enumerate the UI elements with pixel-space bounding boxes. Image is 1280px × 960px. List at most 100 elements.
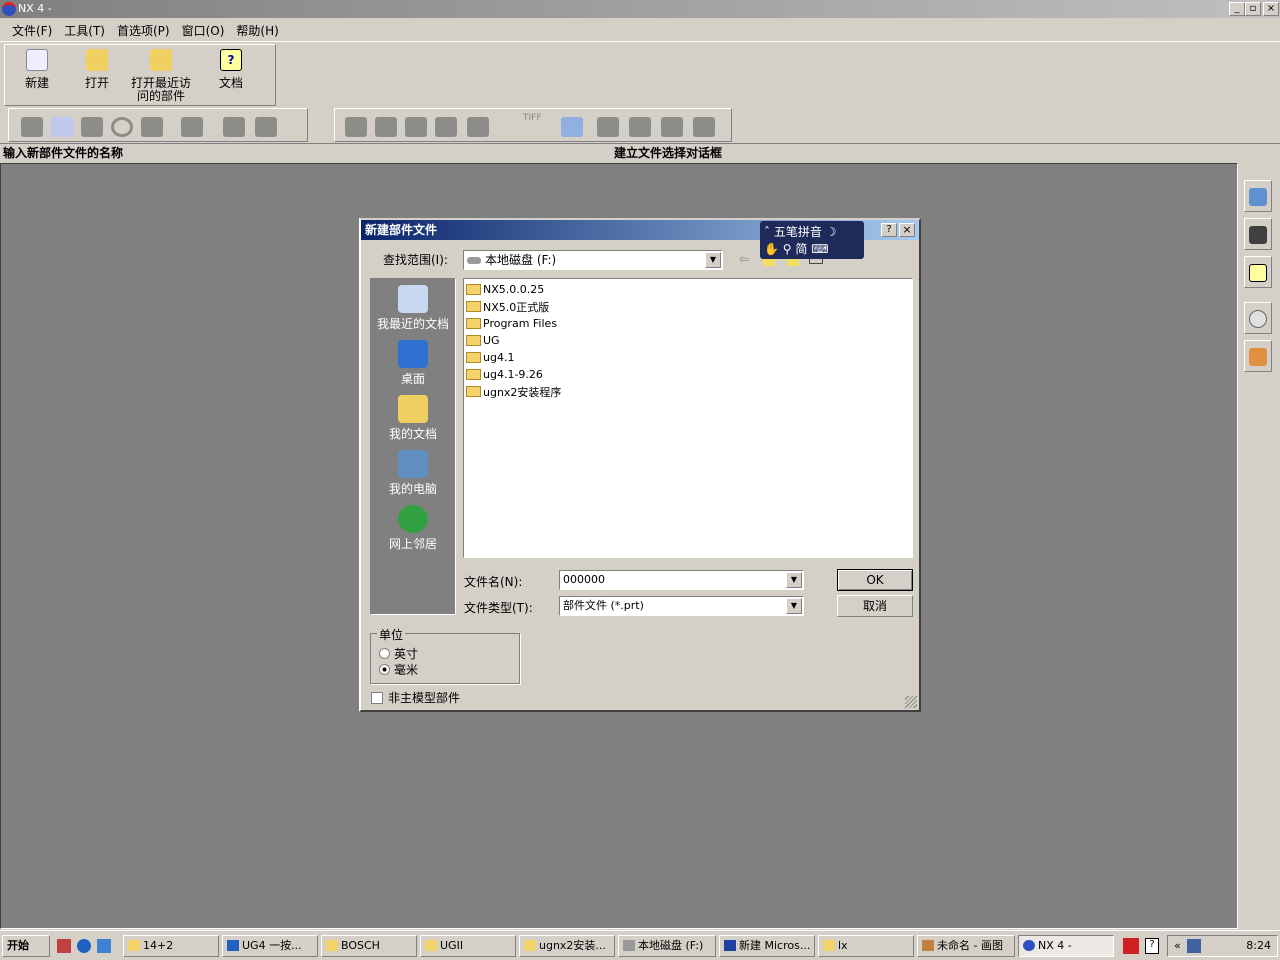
new-part-dialog: 新建部件文件 ? × 查找范围(I): 本地磁盘 (F:) ▼ ⇦ 我最近的文档…: [359, 218, 921, 712]
folder-item[interactable]: NX5.0.0.25: [466, 281, 910, 298]
part-icon[interactable]: [693, 117, 715, 137]
dialog-close-button[interactable]: ×: [899, 223, 915, 237]
menu-tools[interactable]: 工具(T): [64, 22, 105, 39]
word-icon: [724, 940, 736, 951]
visual-effects-icon[interactable]: [467, 117, 489, 137]
non-master-checkbox[interactable]: 非主模型部件: [371, 689, 460, 706]
menu-preferences[interactable]: 首选项(P): [117, 22, 170, 39]
task-button-active[interactable]: NX 4 -: [1018, 934, 1114, 957]
dialog-help-button[interactable]: ?: [881, 223, 897, 237]
menu-bar: 文件(F) 工具(T) 首选项(P) 窗口(O) 帮助(H): [0, 20, 1280, 42]
assembly-constraint-icon[interactable]: [629, 117, 651, 137]
zoom-window-icon[interactable]: [51, 117, 73, 137]
keyboard-icon[interactable]: ⌨: [811, 242, 828, 256]
menu-help[interactable]: 帮助(H): [236, 22, 278, 39]
task-button[interactable]: UG4 一按...: [222, 934, 318, 957]
zoom-icon[interactable]: [81, 117, 103, 137]
fit-icon[interactable]: [21, 117, 43, 137]
unit-inch-radio[interactable]: 英寸: [379, 645, 418, 662]
materials-icon[interactable]: [375, 117, 397, 137]
task-button[interactable]: 本地磁盘 (F:): [618, 934, 716, 957]
back-icon[interactable]: ⇦: [739, 252, 749, 266]
outlook-icon[interactable]: [97, 938, 111, 953]
folder-item[interactable]: ug4.1: [466, 349, 910, 366]
maximize-button[interactable]: ▫: [1245, 2, 1261, 16]
ime-name[interactable]: 五笔拼音: [774, 225, 822, 239]
hand-icon[interactable]: ✋: [764, 242, 779, 256]
help-tray-icon[interactable]: ?: [1145, 937, 1159, 954]
units-group: 单位 英寸 毫米: [370, 626, 520, 684]
start-button[interactable]: 开始: [2, 934, 50, 957]
lookin-dropdown[interactable]: 本地磁盘 (F:) ▼: [463, 250, 723, 270]
resource-bar: [1244, 180, 1274, 378]
ok-button[interactable]: OK: [837, 569, 913, 591]
camera-icon[interactable]: [561, 117, 583, 137]
chevron-down-icon[interactable]: ▼: [786, 572, 802, 588]
task-button[interactable]: UGII: [420, 934, 516, 957]
filename-input[interactable]: 000000 ▼: [559, 570, 804, 590]
pan-icon[interactable]: [141, 117, 163, 137]
unit-mm-radio[interactable]: 毫米: [379, 661, 418, 678]
task-button[interactable]: 新建 Micros...: [719, 934, 815, 957]
lightbulb-icon[interactable]: [345, 117, 367, 137]
resize-grip-icon[interactable]: [905, 696, 917, 708]
task-button[interactable]: 未命名 - 画图: [917, 934, 1015, 957]
tiff-icon[interactable]: TIFF: [523, 113, 542, 123]
open-button[interactable]: 打开: [77, 49, 117, 90]
task-button[interactable]: lx: [818, 934, 914, 957]
ime-expand-icon[interactable]: ˆ: [764, 225, 770, 239]
folder-item[interactable]: UG: [466, 332, 910, 349]
standard-toolbar: 新建 打开 打开最近访问的部件 ? 文档: [4, 44, 276, 106]
minimize-button[interactable]: _: [1229, 2, 1245, 16]
components-icon[interactable]: [661, 117, 683, 137]
menu-window[interactable]: 窗口(O): [182, 22, 225, 39]
training-tab[interactable]: [1244, 218, 1272, 250]
rotate-icon[interactable]: [111, 117, 133, 137]
file-list[interactable]: NX5.0.0.25 NX5.0正式版 Program Files UG ug4…: [463, 278, 913, 558]
place-my-computer[interactable]: 我的电脑: [371, 450, 455, 501]
task-button[interactable]: 14+2: [123, 934, 219, 957]
task-button[interactable]: ugnx2安装...: [519, 934, 615, 957]
open-recent-button[interactable]: 打开最近访问的部件: [129, 49, 193, 103]
search-icon[interactable]: ⚲: [783, 242, 792, 256]
chevron-down-icon[interactable]: ▼: [786, 598, 802, 614]
ime-tray-icon[interactable]: [1123, 937, 1139, 954]
units-label: 单位: [377, 626, 406, 643]
web-browser-tab[interactable]: [1244, 180, 1272, 212]
place-my-documents[interactable]: 我的文档: [371, 395, 455, 446]
ime-mode[interactable]: 简: [795, 242, 807, 256]
background-icon[interactable]: [435, 117, 457, 137]
ie-icon[interactable]: [77, 938, 91, 953]
folder-item[interactable]: ugnx2安装程序: [466, 383, 910, 400]
menu-file[interactable]: 文件(F): [12, 22, 52, 39]
status-prompt: 输入新部件文件的名称: [3, 146, 124, 160]
help-tab[interactable]: [1244, 256, 1272, 288]
ime-toolbar: ˆ 五笔拼音 ☽ ✋ ⚲ 简 ⌨: [760, 221, 864, 259]
history-tab[interactable]: [1244, 302, 1272, 334]
app-icon[interactable]: [57, 938, 71, 953]
place-recent[interactable]: 我最近的文档: [371, 285, 455, 336]
lights-icon[interactable]: [405, 117, 427, 137]
network-tray-icon[interactable]: [1186, 938, 1201, 953]
task-button[interactable]: BOSCH: [321, 934, 417, 957]
close-button[interactable]: ×: [1263, 2, 1279, 16]
new-button[interactable]: 新建: [17, 49, 57, 90]
place-network[interactable]: 网上邻居: [371, 505, 455, 556]
filetype-dropdown[interactable]: 部件文件 (*.prt) ▼: [559, 596, 804, 616]
roles-tab[interactable]: [1244, 340, 1272, 372]
clock[interactable]: 8:24: [1246, 939, 1271, 952]
chevron-down-icon[interactable]: ▼: [705, 252, 721, 268]
orient-view-icon[interactable]: [223, 117, 245, 137]
assembly-icon[interactable]: [597, 117, 619, 137]
folder-item[interactable]: Program Files: [466, 315, 910, 332]
tray-expand-icon[interactable]: «: [1174, 939, 1181, 952]
place-desktop[interactable]: 桌面: [371, 340, 455, 391]
moon-icon[interactable]: ☽: [826, 225, 837, 239]
folder-icon: [128, 940, 140, 951]
render-style-icon[interactable]: [255, 117, 277, 137]
cancel-button[interactable]: 取消: [837, 595, 913, 617]
folder-item[interactable]: ug4.1-9.26: [466, 366, 910, 383]
folder-item[interactable]: NX5.0正式版: [466, 298, 910, 315]
docs-button[interactable]: ? 文档: [211, 49, 251, 90]
shaded-view-icon[interactable]: [181, 117, 203, 137]
